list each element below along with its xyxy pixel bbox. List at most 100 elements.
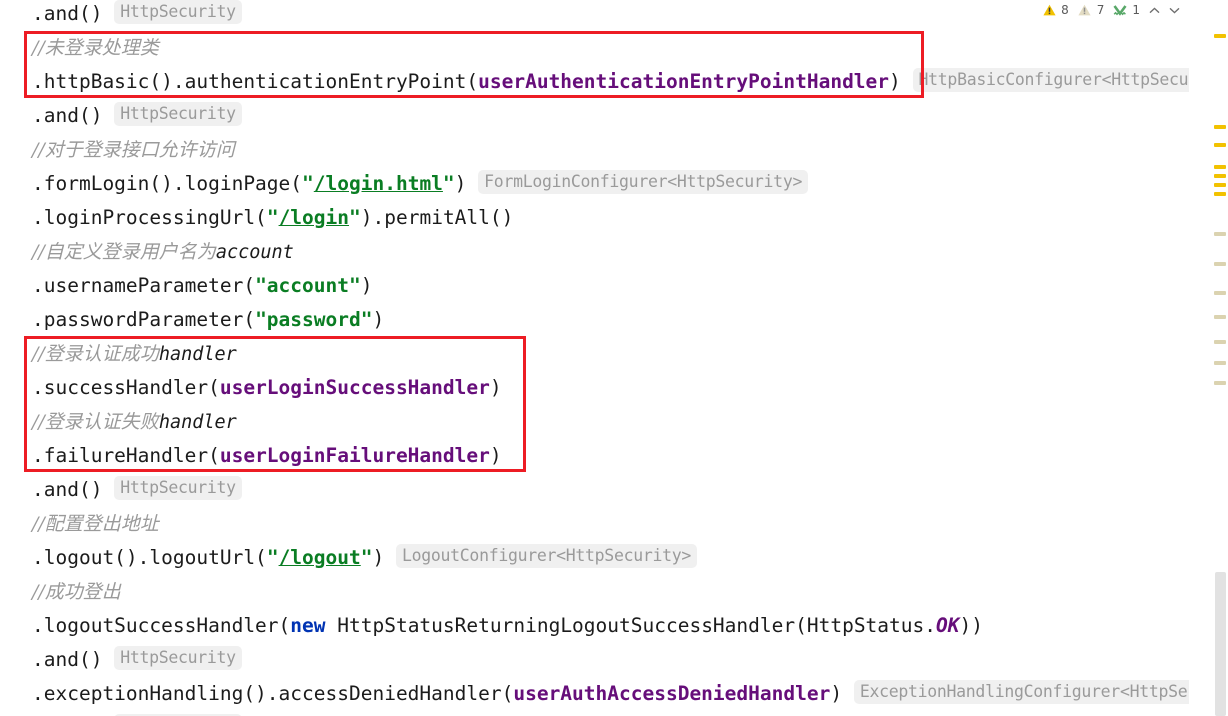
code-token: //未登录处理类: [32, 37, 159, 59]
code-line[interactable]: .successHandler(userLoginSuccessHandler): [32, 371, 502, 405]
code-token: /logout: [278, 546, 361, 569]
code-line[interactable]: .exceptionHandling().accessDeniedHandler…: [32, 677, 1190, 711]
code-token: HttpStatusReturningLogoutSuccessHandler(…: [325, 614, 936, 637]
code-token: "password": [255, 308, 373, 331]
code-token: .logout().logoutUrl(: [32, 546, 267, 569]
warning-stripe-mark[interactable]: [1214, 183, 1226, 187]
inlay-type-hint[interactable]: HttpSecurity: [114, 102, 242, 126]
code-token: .and(): [32, 648, 103, 671]
warning-stripe-mark[interactable]: [1214, 34, 1226, 38]
code-token: userLoginSuccessHandler: [219, 376, 490, 399]
inlay-type-hint[interactable]: HttpSecurity: [114, 646, 242, 670]
code-line[interactable]: .and() HttpSecurity: [32, 711, 242, 716]
code-token: ": [266, 206, 279, 229]
code-line[interactable]: //配置登出地址: [32, 507, 159, 541]
code-line[interactable]: //对于登录接口允许访问: [32, 133, 235, 167]
code-token: userLoginFailureHandler: [219, 444, 490, 467]
inlay-type-hint[interactable]: HttpSecurity: [114, 0, 242, 24]
code-line[interactable]: .and() HttpSecurity: [32, 0, 242, 31]
code-token: .and(): [32, 104, 103, 127]
code-token: .exceptionHandling().accessDeniedHandler…: [32, 682, 514, 705]
code-token: //对于登录接口允许访问: [32, 139, 235, 161]
next-error-button[interactable]: [1164, 1, 1184, 19]
code-line[interactable]: //成功登出: [32, 575, 121, 609]
code-line[interactable]: .logoutSuccessHandler(new HttpStatusRetu…: [32, 609, 983, 643]
weak-warning-stripe-mark[interactable]: [1214, 262, 1226, 266]
code-token: new: [290, 614, 326, 637]
code-token: .usernameParameter(: [32, 274, 256, 297]
inlay-type-hint[interactable]: LogoutConfigurer<HttpSecurity>: [396, 544, 698, 568]
weak-warning-triangle-icon: [1075, 1, 1095, 19]
typo-count: 1: [1132, 3, 1140, 17]
code-line[interactable]: .and() HttpSecurity: [32, 643, 242, 677]
inspection-widget[interactable]: 8 7 1: [1035, 0, 1186, 20]
vertical-scrollbar-thumb[interactable]: [1215, 572, 1226, 716]
inspection-weak-warnings-group[interactable]: 7: [1073, 1, 1109, 19]
code-token: ): [489, 444, 502, 467]
code-token: ): [360, 274, 373, 297]
inspection-warnings-group[interactable]: 8: [1037, 1, 1073, 19]
code-token: ": [442, 172, 455, 195]
code-token: ": [360, 546, 373, 569]
code-token: "account": [255, 274, 361, 297]
code-token: //登录认证失败: [32, 411, 159, 433]
code-line[interactable]: .failureHandler(userLoginFailureHandler): [32, 439, 502, 473]
code-line[interactable]: .formLogin().loginPage("/login.html") Fo…: [32, 167, 809, 201]
code-line[interactable]: .passwordParameter("password"): [32, 303, 384, 337]
inlay-type-hint[interactable]: HttpBasicConfigurer<HttpSecurity>: [912, 68, 1190, 92]
weak-warning-stripe-mark[interactable]: [1214, 315, 1226, 319]
inspection-typos-group[interactable]: 1: [1108, 1, 1144, 19]
code-token: //成功登出: [32, 581, 121, 603]
code-token: userAuthAccessDeniedHandler: [513, 682, 831, 705]
code-token: ": [266, 546, 279, 569]
code-token: handler: [158, 344, 237, 365]
weak-warning-stripe-mark[interactable]: [1214, 232, 1226, 236]
inlay-type-hint[interactable]: ExceptionHandlingConfigurer<HttpSecurity…: [853, 680, 1190, 704]
code-token: account: [215, 242, 294, 263]
weak-warning-stripe-mark[interactable]: [1214, 340, 1226, 344]
chevron-down-icon: [1169, 7, 1179, 14]
warning-stripe-mark[interactable]: [1214, 125, 1226, 129]
code-token: .httpBasic().authenticationEntryPoint(: [32, 70, 479, 93]
code-token: .failureHandler(: [32, 444, 220, 467]
code-token: //登录认证成功: [32, 343, 159, 365]
code-line[interactable]: .and() HttpSecurity: [32, 99, 242, 133]
warning-stripe-mark[interactable]: [1214, 143, 1226, 147]
code-token: ).permitAll(): [360, 206, 514, 229]
code-token: )): [959, 614, 983, 637]
code-token: .and(): [32, 2, 103, 25]
code-line[interactable]: //登录认证失败handler: [32, 405, 237, 439]
warning-stripe-mark[interactable]: [1214, 192, 1226, 196]
weak-warning-stripe-mark[interactable]: [1214, 381, 1226, 385]
code-token: ): [889, 70, 901, 93]
inlay-type-hint[interactable]: FormLoginConfigurer<HttpSecurity>: [478, 170, 809, 194]
inlay-type-hint[interactable]: HttpSecurity: [114, 476, 242, 500]
weak-warning-stripe-mark[interactable]: [1214, 291, 1226, 295]
warning-triangle-icon: [1039, 1, 1059, 19]
chevron-up-icon: [1149, 6, 1159, 13]
editor-right-gutter[interactable]: [1189, 0, 1228, 716]
code-line[interactable]: //自定义登录用户名为account: [32, 235, 294, 269]
code-line[interactable]: //登录认证成功handler: [32, 337, 237, 371]
code-text-area[interactable]: .and() HttpSecurity //未登录处理类 .httpBasic().…: [0, 0, 1190, 716]
weak-warning-stripe-mark[interactable]: [1214, 361, 1226, 365]
code-line[interactable]: .loginProcessingUrl("/login").permitAll(…: [32, 201, 513, 235]
warning-stripe-mark[interactable]: [1214, 165, 1226, 169]
code-token: /login.html: [313, 172, 443, 195]
code-token: ): [372, 546, 385, 569]
previous-error-button[interactable]: [1144, 1, 1164, 19]
code-line[interactable]: .usernameParameter("account"): [32, 269, 372, 303]
code-token: /login: [278, 206, 350, 229]
code-line[interactable]: .and() HttpSecurity: [32, 473, 242, 507]
code-editor[interactable]: .and() HttpSecurity //未登录处理类 .httpBasic().…: [0, 0, 1228, 716]
code-line[interactable]: //未登录处理类: [32, 31, 159, 65]
code-token: ": [302, 172, 314, 195]
code-line[interactable]: .httpBasic().authenticationEntryPoint(us…: [32, 65, 1190, 99]
code-token: ): [454, 172, 467, 195]
code-token: userAuthenticationEntryPointHandler: [478, 70, 890, 93]
code-line[interactable]: .logout().logoutUrl("/logout") LogoutCon…: [32, 541, 698, 575]
code-token: OK: [936, 614, 960, 637]
code-token: .successHandler(: [32, 376, 220, 399]
warning-stripe-mark[interactable]: [1214, 174, 1226, 178]
code-token: ): [372, 308, 385, 331]
